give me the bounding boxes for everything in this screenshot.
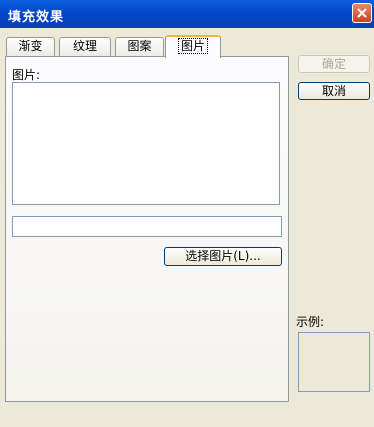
picture-preview <box>12 82 280 205</box>
ok-button[interactable]: 确定 <box>298 55 370 73</box>
window-title: 填充效果 <box>8 10 65 25</box>
tab-texture[interactable]: 纹理 <box>59 37 111 56</box>
sample-label: 示例: <box>296 315 325 329</box>
tab-picture[interactable]: 图片 <box>165 35 221 58</box>
tab-pattern[interactable]: 图案 <box>115 37 164 56</box>
picture-path-field <box>12 216 282 237</box>
picture-panel: 图片: 选择图片(L)... <box>5 56 289 402</box>
select-picture-button[interactable]: 选择图片(L)... <box>164 247 282 266</box>
tab-label: 纹理 <box>72 39 97 53</box>
tab-label: 图片 <box>177 38 208 54</box>
tab-gradient[interactable]: 渐变 <box>6 37 55 56</box>
tab-label: 渐变 <box>18 39 43 53</box>
cancel-button[interactable]: 取消 <box>298 82 370 100</box>
tab-label: 图案 <box>127 39 152 53</box>
title-bar: 填充效果 <box>0 0 374 28</box>
close-icon <box>357 8 367 18</box>
sample-preview <box>298 332 370 392</box>
picture-label: 图片: <box>12 68 41 82</box>
close-button[interactable] <box>352 3 372 23</box>
